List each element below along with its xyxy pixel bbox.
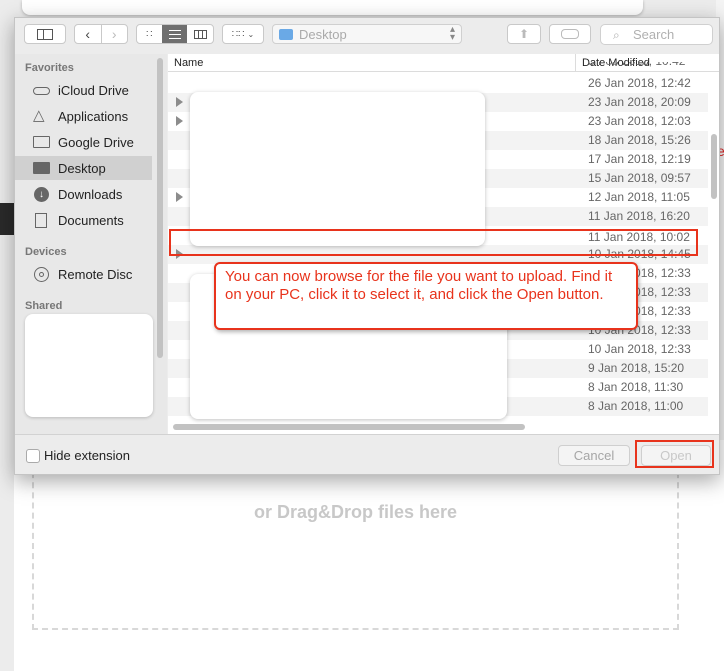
documents-icon [33, 213, 51, 228]
row-date: 12 Jan 2018, 11:05 [588, 190, 690, 204]
redacted-shared-items [25, 314, 153, 417]
back-button[interactable]: ‹ [75, 26, 101, 42]
sidebar-item-label: Documents [58, 212, 124, 228]
view-mode-group: ∷ [136, 24, 214, 44]
favorites-heading: Favorites [25, 62, 74, 74]
sidebar-icon [37, 28, 53, 40]
sidebar-item-label: Applications [58, 108, 129, 124]
row-date: 23 Jan 2018, 20:09 [588, 95, 691, 109]
column-view-button[interactable] [187, 25, 213, 43]
devices-heading: Devices [25, 246, 67, 258]
columns-icon [193, 29, 207, 39]
updown-chevron-icon: ▴ ▾ [449, 24, 455, 43]
sidebar-scrollbar[interactable] [157, 58, 163, 358]
disclosure-triangle-icon[interactable] [176, 192, 183, 202]
sidebar-item-label: Remote Disc [58, 266, 133, 282]
disclosure-triangle-icon[interactable] [176, 97, 183, 107]
share-icon: ⬆ [518, 27, 530, 41]
row-date: 10 Jan 2018, 12:33 [588, 342, 691, 356]
disclosure-triangle-icon[interactable] [176, 116, 183, 126]
search-placeholder: Search [633, 27, 675, 42]
hide-extension-checkbox[interactable] [26, 449, 40, 463]
drop-zone-text: or Drag&Drop files here [253, 502, 458, 522]
arrange-icon: ∷∷ [231, 28, 245, 40]
sidebar-item-applications[interactable]: △ Applications [15, 104, 152, 128]
sidebar-toggle-button[interactable] [24, 24, 66, 44]
sidebar-item-desktop[interactable]: Desktop [15, 156, 152, 180]
list-icon [168, 29, 181, 39]
cancel-button[interactable]: Cancel [558, 445, 630, 466]
list-view-button[interactable] [161, 25, 188, 43]
folder-icon [279, 29, 293, 40]
sidebar-item-label: iCloud Drive [58, 82, 129, 98]
redacted-file-names [190, 92, 485, 246]
row-date: 5 Feb 2018, 10:42 [588, 62, 685, 68]
row-date: 8 Jan 2018, 11:30 [588, 380, 684, 394]
nav-button-group: ‹ › [74, 24, 128, 44]
tag-icon [561, 29, 579, 39]
location-label: Desktop [299, 27, 347, 42]
row-date: 8 Jan 2018, 11:00 [588, 399, 684, 413]
desktop-icon [33, 161, 51, 175]
row-date: 11 Jan 2018, 16:20 [588, 209, 690, 223]
folder-icon [33, 135, 51, 149]
sidebar: Favorites iCloud Drive △ Applications Go… [15, 54, 167, 434]
background-sheet [22, 0, 643, 15]
row-date: 23 Jan 2018, 12:03 [588, 114, 691, 128]
table-row[interactable]: 5 Feb 2018, 10:42 [168, 62, 708, 74]
cloud-icon [33, 83, 51, 97]
drop-zone[interactable]: or Drag&Drop files here [32, 462, 679, 630]
search-input[interactable]: ⌕ Search [600, 24, 713, 45]
applications-icon: △ [33, 107, 45, 124]
forward-button[interactable]: › [102, 26, 128, 42]
highlight-open-button [635, 440, 714, 468]
table-row[interactable]: 26 Jan 2018, 12:42 [168, 74, 708, 93]
row-date: 9 Jan 2018, 15:20 [588, 361, 685, 375]
sidebar-item-label: Google Drive [58, 134, 134, 150]
dialog-footer: Hide extension Cancel Open [15, 434, 719, 474]
sidebar-item-documents[interactable]: Documents [15, 208, 152, 232]
icon-view-button[interactable]: ∷ [137, 25, 162, 43]
row-date: 26 Jan 2018, 12:42 [588, 76, 691, 90]
row-date: 17 Jan 2018, 12:19 [588, 152, 691, 166]
row-date: 15 Jan 2018, 09:57 [588, 171, 691, 185]
arrange-menu-button[interactable]: ∷∷ ⌄ [222, 24, 264, 44]
sidebar-item-remote-disc[interactable]: Remote Disc [15, 262, 152, 286]
share-button[interactable]: ⬆ [507, 24, 541, 44]
grid-icon: ∷ [146, 28, 153, 40]
tag-button[interactable] [549, 24, 591, 44]
downloads-icon: ↓ [33, 187, 51, 202]
sidebar-item-downloads[interactable]: ↓ Downloads [15, 182, 152, 206]
chevron-down-icon: ⌄ [247, 29, 255, 39]
sidebar-item-icloud-drive[interactable]: iCloud Drive [15, 78, 152, 102]
horizontal-scrollbar[interactable] [173, 424, 525, 430]
dialog-toolbar: ‹ › ∷ ∷∷ ⌄ Desktop ▴ ▾ ⬆ ⌕ Search [15, 18, 719, 54]
location-popup[interactable]: Desktop ▴ ▾ [272, 24, 462, 44]
vertical-scrollbar[interactable] [711, 134, 717, 199]
background-dark-band [0, 203, 14, 235]
search-icon: ⌕ [613, 28, 620, 42]
disc-icon [33, 267, 51, 282]
row-date: 18 Jan 2018, 15:26 [588, 133, 691, 147]
highlight-selected-file [169, 229, 698, 256]
sidebar-item-google-drive[interactable]: Google Drive [15, 130, 152, 154]
shared-heading: Shared [25, 300, 63, 312]
sidebar-item-label: Desktop [58, 160, 106, 176]
sidebar-item-label: Downloads [58, 186, 123, 202]
instruction-callout: You can now browse for the file you want… [214, 262, 638, 330]
hide-extension-label[interactable]: Hide extension [44, 448, 130, 463]
